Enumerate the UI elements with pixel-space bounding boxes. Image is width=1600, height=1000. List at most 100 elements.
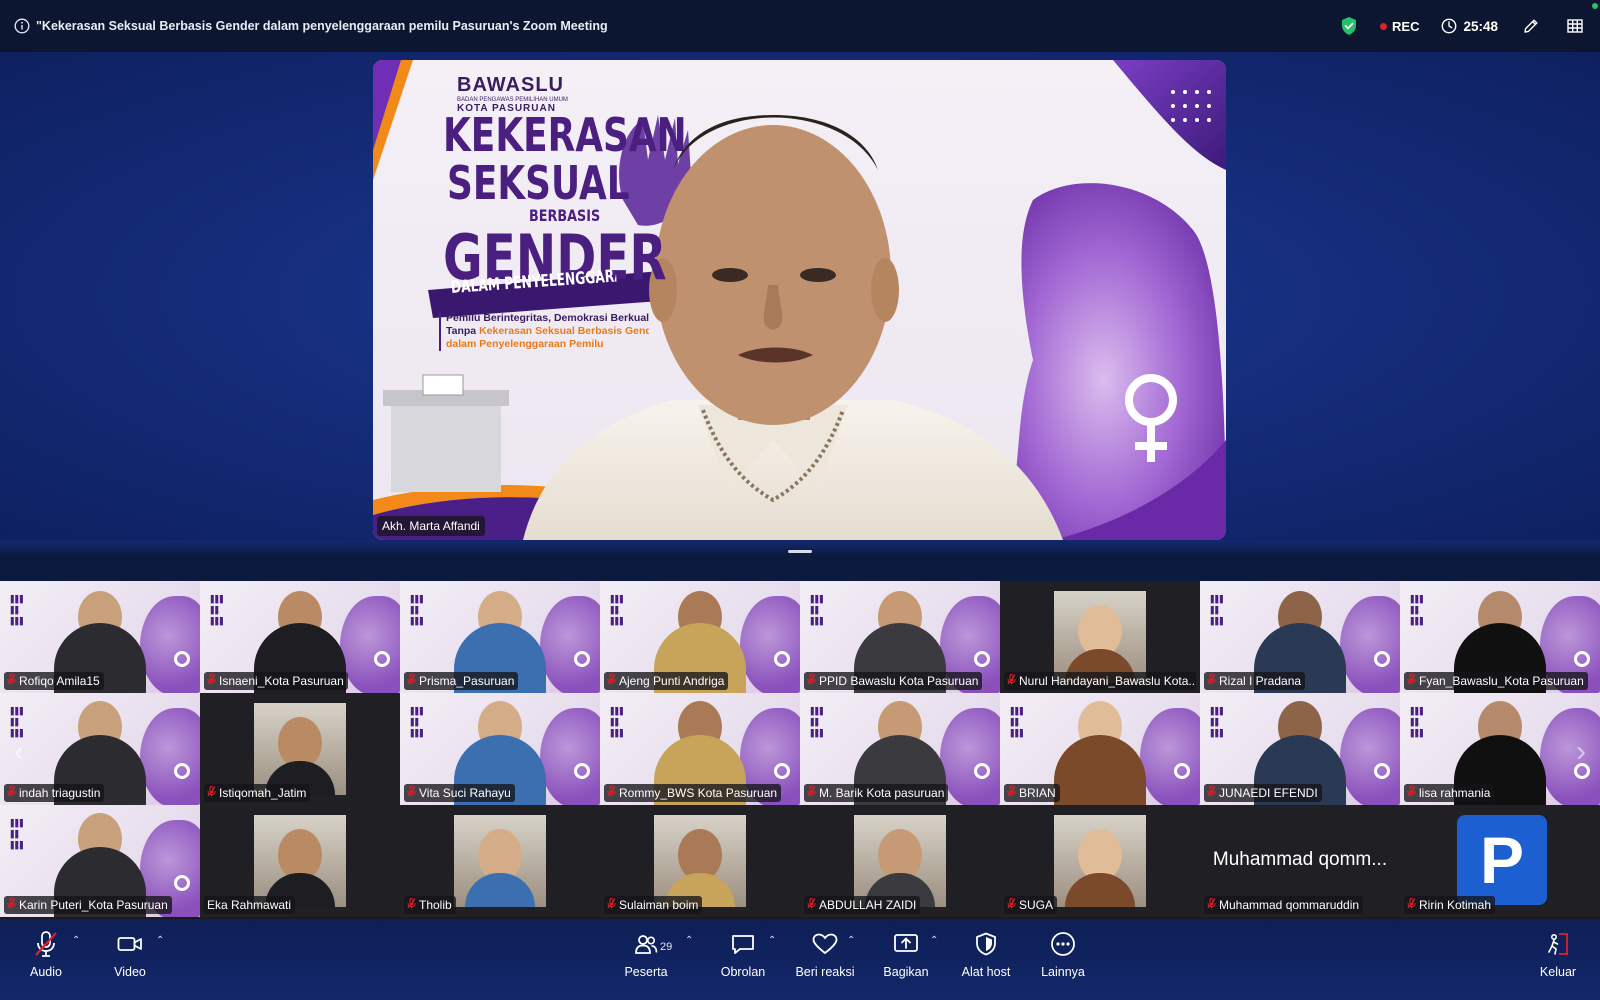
slide-tag1: Pemilu Berintegritas, Demokrasi Berkuali… <box>446 312 649 324</box>
video-icon-wrap <box>115 929 145 959</box>
audio-button[interactable]: Audio <box>26 929 66 991</box>
stage-resize-splitter[interactable] <box>0 540 1600 554</box>
more-button[interactable]: Lainnya <box>1040 929 1086 991</box>
muted-mic-icon <box>807 898 816 912</box>
security-shield-icon[interactable] <box>1340 16 1358 36</box>
slide-logo-title: BAWASLU <box>457 74 564 96</box>
participant-name-tag: Istiqomah_Jatim <box>204 784 311 802</box>
view-button[interactable] <box>1564 15 1586 37</box>
participant-tile[interactable]: SUGA <box>1000 805 1200 917</box>
participant-tile[interactable]: ▮▮▮ ▮▮ ▮▮▮ Karin Puteri_Kota Pasuruan <box>0 805 200 917</box>
female-symbol-icon <box>374 651 390 667</box>
participant-tile[interactable]: ▮▮▮ ▮▮ ▮▮▮ lisa rahmania <box>1400 693 1600 805</box>
participants-button[interactable]: Peserta <box>622 929 670 991</box>
leave-button[interactable]: Keluar <box>1538 929 1578 991</box>
participant-tile[interactable]: Sulaiman boim <box>600 805 800 917</box>
participant-tile[interactable]: ▮▮▮ ▮▮ ▮▮▮ JUNAEDI EFENDI <box>1200 693 1400 805</box>
participant-tile[interactable]: Tholib <box>400 805 600 917</box>
share-options-chevron-icon[interactable]: ⌃ <box>930 935 938 946</box>
recording-indicator[interactable]: REC <box>1380 19 1419 34</box>
slide-line1: KEKERASAN <box>443 108 687 162</box>
slide-tag2-line: Tanpa Kekerasan Seksual Berbasis Gender <box>446 325 649 338</box>
active-speaker-video[interactable]: BAWASLU BADAN PENGAWAS PEMILIHAN UMUM KO… <box>373 60 1226 540</box>
participant-tile[interactable]: Nurul Handayani_Bawaslu Kota... <box>1000 581 1200 693</box>
participant-tile[interactable]: Istiqomah_Jatim <box>200 693 400 805</box>
participant-name: Rofiqo Amila15 <box>19 674 100 688</box>
chat-button[interactable]: Obrolan <box>718 929 768 991</box>
participant-tile[interactable]: ▮▮▮ ▮▮ ▮▮▮ M. Barik Kota pasuruan <box>800 693 1000 805</box>
tile-slide-graphic: ▮▮▮ ▮▮ ▮▮▮ <box>810 704 824 739</box>
muted-mic-icon <box>607 674 616 688</box>
video-options-chevron-icon[interactable]: ⌃ <box>156 935 164 946</box>
participant-tile[interactable]: ▮▮▮ ▮▮ ▮▮▮ BRIAN <box>1000 693 1200 805</box>
participant-tile[interactable]: ▮▮▮ ▮▮ ▮▮▮ Ajeng Punti Andriga <box>600 581 800 693</box>
audio-options-chevron-icon[interactable]: ⌃ <box>72 935 80 946</box>
tile-slide-graphic: ▮▮▮ ▮▮ ▮▮▮ <box>1410 704 1424 739</box>
participant-name-tag: Ajeng Punti Andriga <box>604 672 729 690</box>
host-tools-button[interactable]: Alat host <box>960 929 1012 991</box>
splitter-handle[interactable] <box>788 550 812 553</box>
participant-name: Istiqomah_Jatim <box>219 786 307 800</box>
muted-mic-icon <box>7 786 16 800</box>
participant-tile[interactable]: Muhammad qomm... Muhammad qommaruddin <box>1200 805 1400 917</box>
share-label: Bagikan <box>883 965 929 979</box>
participant-name: BRIAN <box>1019 786 1056 800</box>
participants-options-chevron-icon[interactable]: ⌃ <box>685 935 693 946</box>
chat-options-chevron-icon[interactable]: ⌃ <box>768 935 776 946</box>
leave-door-icon <box>1548 933 1568 955</box>
avatar: P <box>1457 815 1547 905</box>
participant-tile[interactable]: ▮▮▮ ▮▮ ▮▮▮ Isnaeni_Kota Pasuruan <box>200 581 400 693</box>
video-label: Video <box>114 965 146 979</box>
video-button[interactable]: Video <box>110 929 150 991</box>
slide-tagline: Pemilu Berintegritas, Demokrasi Berkuali… <box>439 312 649 351</box>
muted-mic-icon <box>1007 674 1016 688</box>
participant-name-tag: Vita Suci Rahayu <box>404 784 515 802</box>
audio-icon-wrap <box>31 929 61 959</box>
participant-name: Rommy_BWS Kota Pasuruan <box>619 786 778 800</box>
tile-slide-silhouette <box>1340 708 1400 805</box>
speaker-name-tag: Akh. Marta Affandi <box>377 516 485 536</box>
slide-tag2: Tanpa <box>446 325 477 337</box>
female-symbol-icon <box>174 763 190 779</box>
participants-icon-wrap <box>631 929 661 959</box>
participant-tile[interactable]: ▮▮▮ ▮▮ ▮▮▮ Rommy_BWS Kota Pasuruan <box>600 693 800 805</box>
shield-icon <box>976 932 996 956</box>
tile-slide-silhouette <box>140 708 200 805</box>
participant-tile[interactable]: ABDULLAH ZAIDI <box>800 805 1000 917</box>
video-camera-icon <box>117 937 142 951</box>
participant-name: Ajeng Punti Andriga <box>619 674 725 688</box>
person-body <box>1065 873 1135 907</box>
participant-tile[interactable]: ▮▮▮ ▮▮ ▮▮▮ Rofiqo Amila15 <box>0 581 200 693</box>
participant-display-name: Muhammad qomm... <box>1212 849 1388 870</box>
gallery-next-icon[interactable]: › <box>1576 735 1586 769</box>
tile-slide-graphic: ▮▮▮ ▮▮ ▮▮▮ <box>10 704 24 739</box>
participant-tile[interactable]: P Ririn Kotimah <box>1400 805 1600 917</box>
annotate-button[interactable] <box>1520 15 1542 37</box>
muted-mic-icon <box>207 786 216 800</box>
muted-mic-icon <box>607 898 616 912</box>
participant-tile[interactable]: ▮▮▮ ▮▮ ▮▮▮ indah triagustin <box>0 693 200 805</box>
participant-name-tag: indah triagustin <box>4 784 105 802</box>
timer-value: 25:48 <box>1463 18 1498 34</box>
chat-icon-wrap <box>728 929 758 959</box>
react-options-chevron-icon[interactable]: ⌃ <box>847 935 855 946</box>
recording-dot-icon <box>1380 22 1388 30</box>
participant-tile[interactable]: ▮▮▮ ▮▮ ▮▮▮ Rizal I Pradana <box>1200 581 1400 693</box>
gallery-prev-icon[interactable]: ‹ <box>14 735 24 769</box>
participant-name-tag: Nurul Handayani_Bawaslu Kota... <box>1004 672 1196 690</box>
participant-tile[interactable]: ▮▮▮ ▮▮ ▮▮▮ Vita Suci Rahayu <box>400 693 600 805</box>
share-screen-icon <box>894 934 918 952</box>
participant-tile[interactable]: ▮▮▮ ▮▮ ▮▮▮ PPID Bawaslu Kota Pasuruan <box>800 581 1000 693</box>
react-label: Beri reaksi <box>795 965 855 979</box>
info-icon[interactable] <box>14 18 30 34</box>
share-button[interactable]: Bagikan <box>883 929 929 991</box>
tile-slide-silhouette <box>340 596 400 693</box>
participant-tile[interactable]: Eka Rahmawati <box>200 805 400 917</box>
participant-tile[interactable]: ▮▮▮ ▮▮ ▮▮▮ Prisma_Pasuruan <box>400 581 600 693</box>
participant-tile[interactable]: ▮▮▮ ▮▮ ▮▮▮ Fyan_Bawaslu_Kota Pasuruan <box>1400 581 1600 693</box>
more-dots-icon <box>1051 932 1075 956</box>
tile-slide-graphic: ▮▮▮ ▮▮ ▮▮▮ <box>410 704 424 739</box>
tile-slide-graphic: ▮▮▮ ▮▮ ▮▮▮ <box>610 592 624 627</box>
participant-name: Nurul Handayani_Bawaslu Kota... <box>1019 674 1196 688</box>
audio-label: Audio <box>30 965 62 979</box>
